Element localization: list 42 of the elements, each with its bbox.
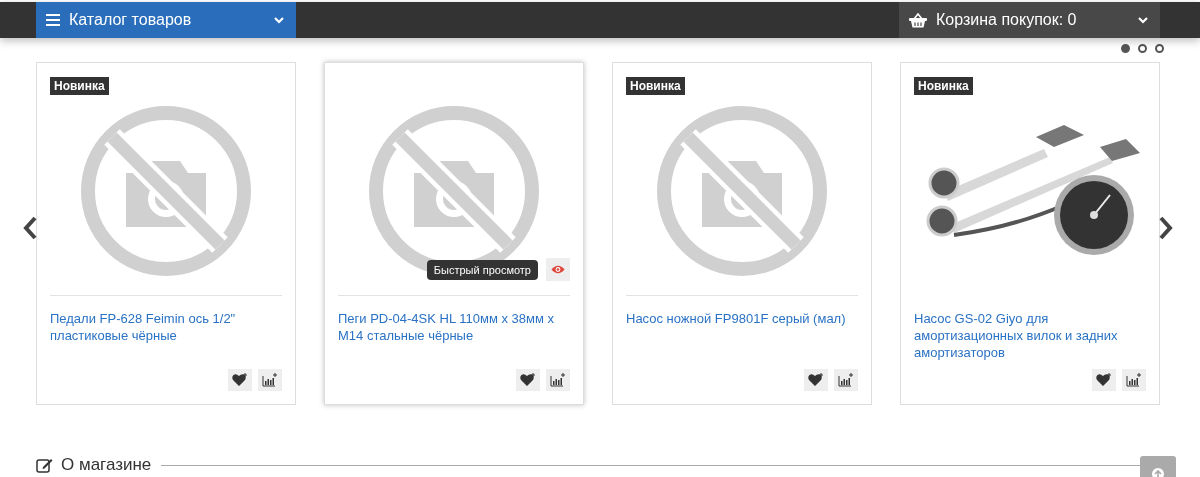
edit-icon bbox=[36, 457, 53, 473]
section-title: О магазине bbox=[61, 455, 152, 475]
add-to-compare-button[interactable] bbox=[258, 369, 282, 391]
chevron-down-icon bbox=[1138, 16, 1148, 24]
chevron-right-icon[interactable] bbox=[1158, 216, 1174, 240]
carousel-dot[interactable] bbox=[1121, 44, 1130, 53]
no-photo-icon bbox=[80, 105, 252, 277]
add-to-wishlist-button[interactable] bbox=[228, 369, 252, 391]
new-badge: Новинка bbox=[914, 77, 973, 95]
product-title-link[interactable]: Педали FP-628 Feimin ось 1/2" пластиковые чёрные bbox=[50, 310, 282, 369]
menu-icon bbox=[46, 14, 60, 26]
cart-button[interactable]: Корзина покупок: 0 bbox=[899, 2, 1160, 38]
heart-plus-icon bbox=[808, 373, 824, 387]
product-title-link[interactable]: Насос ножной FP9801F серый (мал) bbox=[626, 310, 858, 369]
no-photo-icon bbox=[656, 105, 828, 277]
chart-plus-icon bbox=[262, 373, 278, 387]
add-to-wishlist-button[interactable] bbox=[804, 369, 828, 391]
quick-view-button[interactable] bbox=[546, 258, 570, 281]
add-to-wishlist-button[interactable] bbox=[516, 369, 540, 391]
chevron-down-icon bbox=[274, 16, 284, 24]
new-badge: Новинка bbox=[50, 77, 109, 95]
chevron-left-icon[interactable] bbox=[22, 216, 38, 240]
product-title-link[interactable]: Насос GS-02 Giyo для амортизационных вилок и задних амортизаторов bbox=[914, 310, 1146, 369]
catalog-button[interactable]: Каталог товаров bbox=[36, 2, 296, 38]
add-to-wishlist-button[interactable] bbox=[1092, 369, 1116, 391]
product-title-link[interactable]: Пеги PD-04-4SK HL 110мм x 38мм x M14 стальные чёрные bbox=[338, 310, 570, 369]
arrow-up-icon bbox=[1152, 468, 1164, 477]
add-to-compare-button[interactable] bbox=[546, 369, 570, 391]
new-badge: Новинка bbox=[626, 77, 685, 95]
add-to-compare-button[interactable] bbox=[1122, 369, 1146, 391]
heart-plus-icon bbox=[1096, 373, 1112, 387]
chart-plus-icon bbox=[1126, 373, 1142, 387]
add-to-compare-button[interactable] bbox=[834, 369, 858, 391]
basket-icon bbox=[909, 12, 927, 28]
carousel-dot[interactable] bbox=[1155, 44, 1164, 53]
chart-plus-icon bbox=[838, 373, 854, 387]
heart-plus-icon bbox=[520, 373, 536, 387]
chart-plus-icon bbox=[550, 373, 566, 387]
eye-icon bbox=[551, 265, 565, 274]
carousel-dot[interactable] bbox=[1138, 44, 1147, 53]
tooltip: Быстрый просмотр bbox=[426, 259, 538, 280]
heart-plus-icon bbox=[232, 373, 248, 387]
